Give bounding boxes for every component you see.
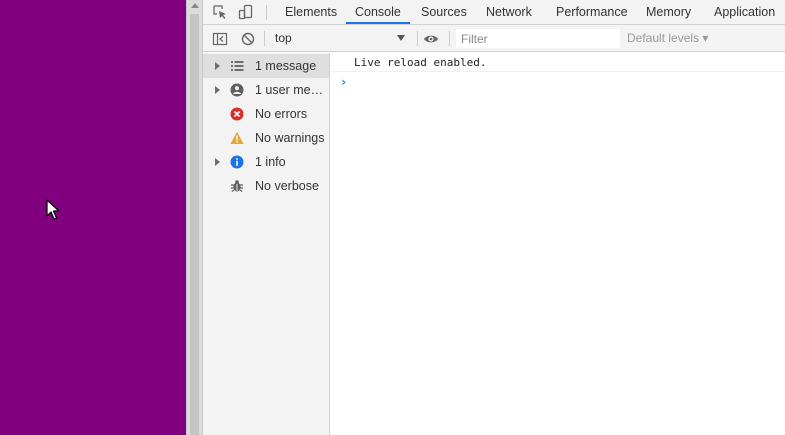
tab-network[interactable]: Network [477,0,541,24]
warning-icon [230,131,244,144]
console-prompt-icon[interactable]: › [340,75,347,89]
tab-performance[interactable]: Performance [547,0,637,24]
tab-memory[interactable]: Memory [637,0,700,24]
list-icon [231,61,244,71]
error-icon [230,107,244,121]
user-icon [230,83,244,97]
mouse-cursor-icon [46,199,60,220]
expand-arrow-icon[interactable] [215,86,220,94]
console-output[interactable]: Live reload enabled. › [331,53,785,435]
context-value: top [275,31,292,45]
toolbar-separator [266,5,267,20]
log-levels-dropdown[interactable]: Default levels ▾ [627,31,708,45]
filter-input[interactable] [456,29,620,48]
console-sidebar: 1 message 1 user mess... No errors No wa… [203,53,330,435]
scroll-up-arrow-icon[interactable] [191,3,199,8]
sidebar-item-label: No verbose [255,179,319,193]
sidebar-item-user-messages[interactable]: 1 user mess... [203,78,329,102]
sidebar-item-verbose[interactable]: No verbose [203,174,329,198]
sidebar-item-label: 1 user mess... [255,83,329,97]
live-expression-eye-icon[interactable] [423,31,439,47]
inspect-element-icon[interactable] [212,4,228,20]
console-message-text: Live reload enabled. [354,56,487,69]
devtools-tabbar: Elements Console Sources Network Perform… [203,0,785,25]
toolbar-separator [264,31,265,46]
page-scrollbar[interactable] [186,0,203,435]
sidebar-item-info[interactable]: 1 info [203,150,329,174]
devtools-panel: Elements Console Sources Network Perform… [203,0,785,435]
sidebar-item-label: No errors [255,107,308,121]
show-sidebar-icon[interactable] [212,31,228,47]
toolbar-separator [449,31,450,46]
tab-console[interactable]: Console [346,0,410,24]
sidebar-item-label: 1 message [255,59,317,73]
console-toolbar: top Default levels ▾ [203,25,785,52]
sidebar-item-messages[interactable]: 1 message [203,54,329,78]
toolbar-separator [417,31,418,46]
scroll-thumb[interactable] [190,14,199,435]
tab-sources[interactable]: Sources [412,0,476,24]
page-viewport[interactable] [0,0,186,435]
console-message: Live reload enabled. [331,53,785,72]
active-tab-indicator [346,22,410,24]
bug-icon [231,180,243,192]
sidebar-item-label: No warnings [255,131,325,145]
tab-elements[interactable]: Elements [276,0,346,24]
chevron-down-icon [397,35,405,41]
tab-application[interactable]: Application [705,0,784,24]
info-icon [230,155,244,169]
context-selector[interactable]: top [269,28,409,48]
expand-arrow-icon[interactable] [215,62,220,70]
sidebar-item-errors[interactable]: No errors [203,102,329,126]
sidebar-item-warnings[interactable]: No warnings [203,126,329,150]
sidebar-item-label: 1 info [255,155,286,169]
device-toolbar-icon[interactable] [238,4,254,20]
clear-console-icon[interactable] [240,31,256,47]
expand-arrow-icon[interactable] [215,158,220,166]
